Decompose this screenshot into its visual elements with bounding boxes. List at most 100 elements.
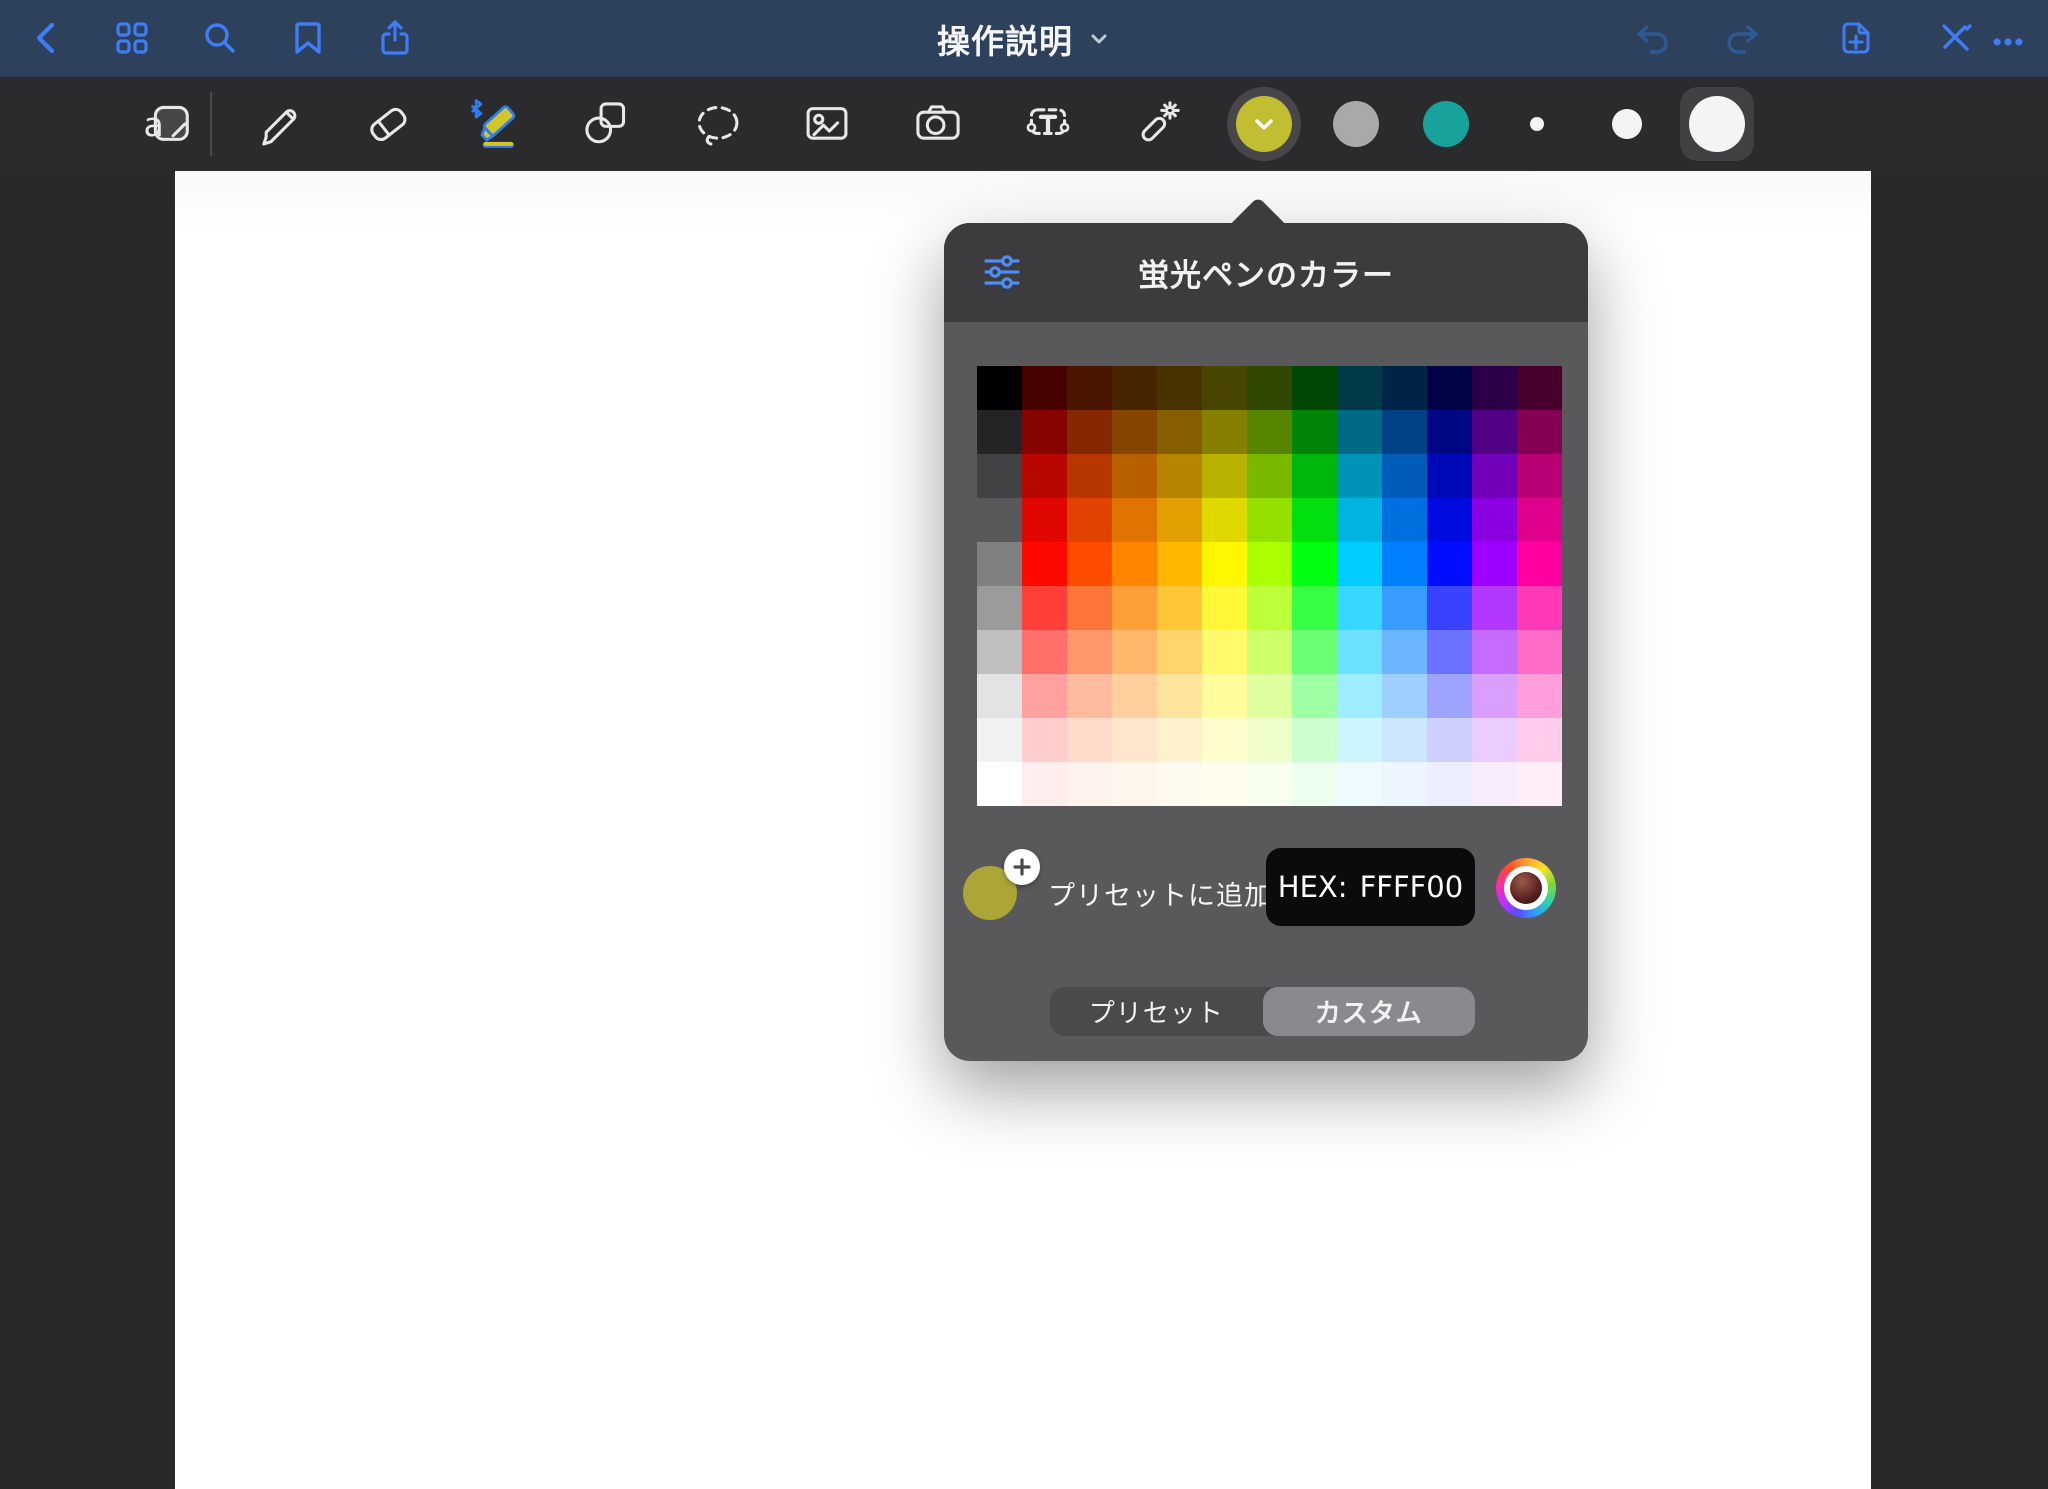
eraser-tool[interactable] (360, 96, 416, 152)
color-swatch-cell[interactable] (1517, 454, 1562, 498)
color-swatch-cell[interactable] (1292, 366, 1337, 410)
color-swatch-cell[interactable] (1292, 718, 1337, 762)
color-swatch-cell[interactable] (1067, 762, 1112, 806)
camera-tool[interactable] (910, 96, 966, 152)
color-swatch-cell[interactable] (1112, 718, 1157, 762)
color-swatch-cell[interactable] (1517, 630, 1562, 674)
color-swatch-cell[interactable] (1292, 410, 1337, 454)
color-swatch-cell[interactable] (1157, 454, 1202, 498)
color-swatch-yellow[interactable] (1227, 87, 1301, 161)
color-swatch-cell[interactable] (1202, 542, 1247, 586)
color-swatch-cell[interactable] (1022, 410, 1067, 454)
color-swatch-cell[interactable] (1427, 498, 1472, 542)
color-swatch-cell[interactable] (1337, 410, 1382, 454)
color-swatch-cell[interactable] (1382, 674, 1427, 718)
color-swatch-cell[interactable] (1292, 542, 1337, 586)
color-swatch-cell[interactable] (1472, 410, 1517, 454)
add-preset-label[interactable]: プリセットに追加 (1048, 866, 1272, 920)
color-swatch-cell[interactable] (1517, 762, 1562, 806)
color-swatch-cell[interactable] (1292, 630, 1337, 674)
color-swatch-cell[interactable] (1247, 586, 1292, 630)
color-swatch-cell[interactable] (1337, 498, 1382, 542)
color-swatch-cell[interactable] (1112, 674, 1157, 718)
color-swatch-cell[interactable] (1112, 542, 1157, 586)
color-swatch-cell[interactable] (1202, 762, 1247, 806)
add-preset-button[interactable] (1004, 849, 1040, 885)
color-swatch-cell[interactable] (1112, 498, 1157, 542)
color-swatch-cell[interactable] (1157, 542, 1202, 586)
stroke-size-medium[interactable] (1612, 109, 1642, 139)
color-swatch-cell[interactable] (1337, 762, 1382, 806)
color-swatch-cell[interactable] (1427, 630, 1472, 674)
color-swatch-cell[interactable] (1247, 410, 1292, 454)
lasso-tool[interactable] (690, 96, 746, 152)
zoom-window-tool[interactable]: a (138, 96, 194, 152)
color-swatch-cell[interactable] (1517, 542, 1562, 586)
color-swatch-cell[interactable] (1382, 498, 1427, 542)
color-swatch-cell[interactable] (1247, 630, 1292, 674)
color-swatch-cell[interactable] (1157, 366, 1202, 410)
color-swatch-cell[interactable] (1427, 674, 1472, 718)
color-swatch-cell[interactable] (1247, 674, 1292, 718)
shapes-tool[interactable] (579, 96, 635, 152)
color-swatch-cell[interactable] (1337, 586, 1382, 630)
color-swatch-cell[interactable] (977, 762, 1022, 806)
color-swatch-cell[interactable] (1112, 586, 1157, 630)
color-swatch-cell[interactable] (1472, 366, 1517, 410)
color-swatch-cell[interactable] (1067, 542, 1112, 586)
color-swatch-cell[interactable] (1517, 366, 1562, 410)
color-swatch-cell[interactable] (1472, 762, 1517, 806)
color-swatch-cell[interactable] (1202, 718, 1247, 762)
stroke-size-small[interactable] (1530, 117, 1544, 131)
color-swatch-cell[interactable] (977, 410, 1022, 454)
color-swatch-cell[interactable] (1247, 542, 1292, 586)
color-swatch-cell[interactable] (1382, 454, 1427, 498)
color-swatch-cell[interactable] (1157, 498, 1202, 542)
color-swatch-cell[interactable] (1157, 586, 1202, 630)
tab-custom[interactable]: カスタム (1263, 987, 1476, 1036)
color-swatch-cell[interactable] (1067, 718, 1112, 762)
color-swatch-cell[interactable] (1382, 410, 1427, 454)
color-swatch-cell[interactable] (1427, 410, 1472, 454)
color-swatch-cell[interactable] (977, 454, 1022, 498)
color-swatch-cell[interactable] (1337, 674, 1382, 718)
color-wheel-button[interactable] (1496, 858, 1556, 918)
color-swatch-cell[interactable] (1247, 762, 1292, 806)
color-swatch-cell[interactable] (1292, 454, 1337, 498)
color-swatch-cell[interactable] (1067, 630, 1112, 674)
color-swatch-cell[interactable] (1157, 630, 1202, 674)
hex-input[interactable]: HEX: FFFF00 (1266, 848, 1475, 926)
color-swatch-cell[interactable] (1472, 542, 1517, 586)
color-swatch-cell[interactable] (1472, 586, 1517, 630)
color-swatch-cell[interactable] (1067, 410, 1112, 454)
color-swatch-cell[interactable] (1022, 366, 1067, 410)
color-swatch-cell[interactable] (1382, 542, 1427, 586)
color-swatch-cell[interactable] (1112, 762, 1157, 806)
color-swatch-cell[interactable] (1517, 410, 1562, 454)
pen-tool[interactable] (250, 96, 306, 152)
color-swatch-cell[interactable] (1022, 762, 1067, 806)
color-swatch-cell[interactable] (1247, 366, 1292, 410)
color-swatch-cell[interactable] (1157, 410, 1202, 454)
color-swatch-cell[interactable] (1112, 366, 1157, 410)
color-swatch-cell[interactable] (1202, 498, 1247, 542)
color-swatch-cell[interactable] (1247, 498, 1292, 542)
color-swatch-cell[interactable] (1337, 454, 1382, 498)
color-swatch-cell[interactable] (1067, 498, 1112, 542)
color-swatch-cell[interactable] (1472, 718, 1517, 762)
color-swatch-cell[interactable] (977, 366, 1022, 410)
color-swatch-cell[interactable] (1427, 454, 1472, 498)
color-swatch-cell[interactable] (1427, 586, 1472, 630)
color-swatch-gray[interactable] (1333, 101, 1379, 147)
color-swatch-cell[interactable] (1472, 630, 1517, 674)
color-swatch-cell[interactable] (1202, 410, 1247, 454)
color-swatch-cell[interactable] (1337, 718, 1382, 762)
undo-button[interactable] (1633, 18, 1673, 58)
color-swatch-cell[interactable] (1517, 674, 1562, 718)
color-swatch-cell[interactable] (1202, 630, 1247, 674)
color-swatch-cell[interactable] (977, 674, 1022, 718)
color-swatch-cell[interactable] (1517, 498, 1562, 542)
color-swatch-cell[interactable] (977, 542, 1022, 586)
color-swatch-cell[interactable] (1517, 718, 1562, 762)
highlighter-tool[interactable] (468, 96, 524, 152)
